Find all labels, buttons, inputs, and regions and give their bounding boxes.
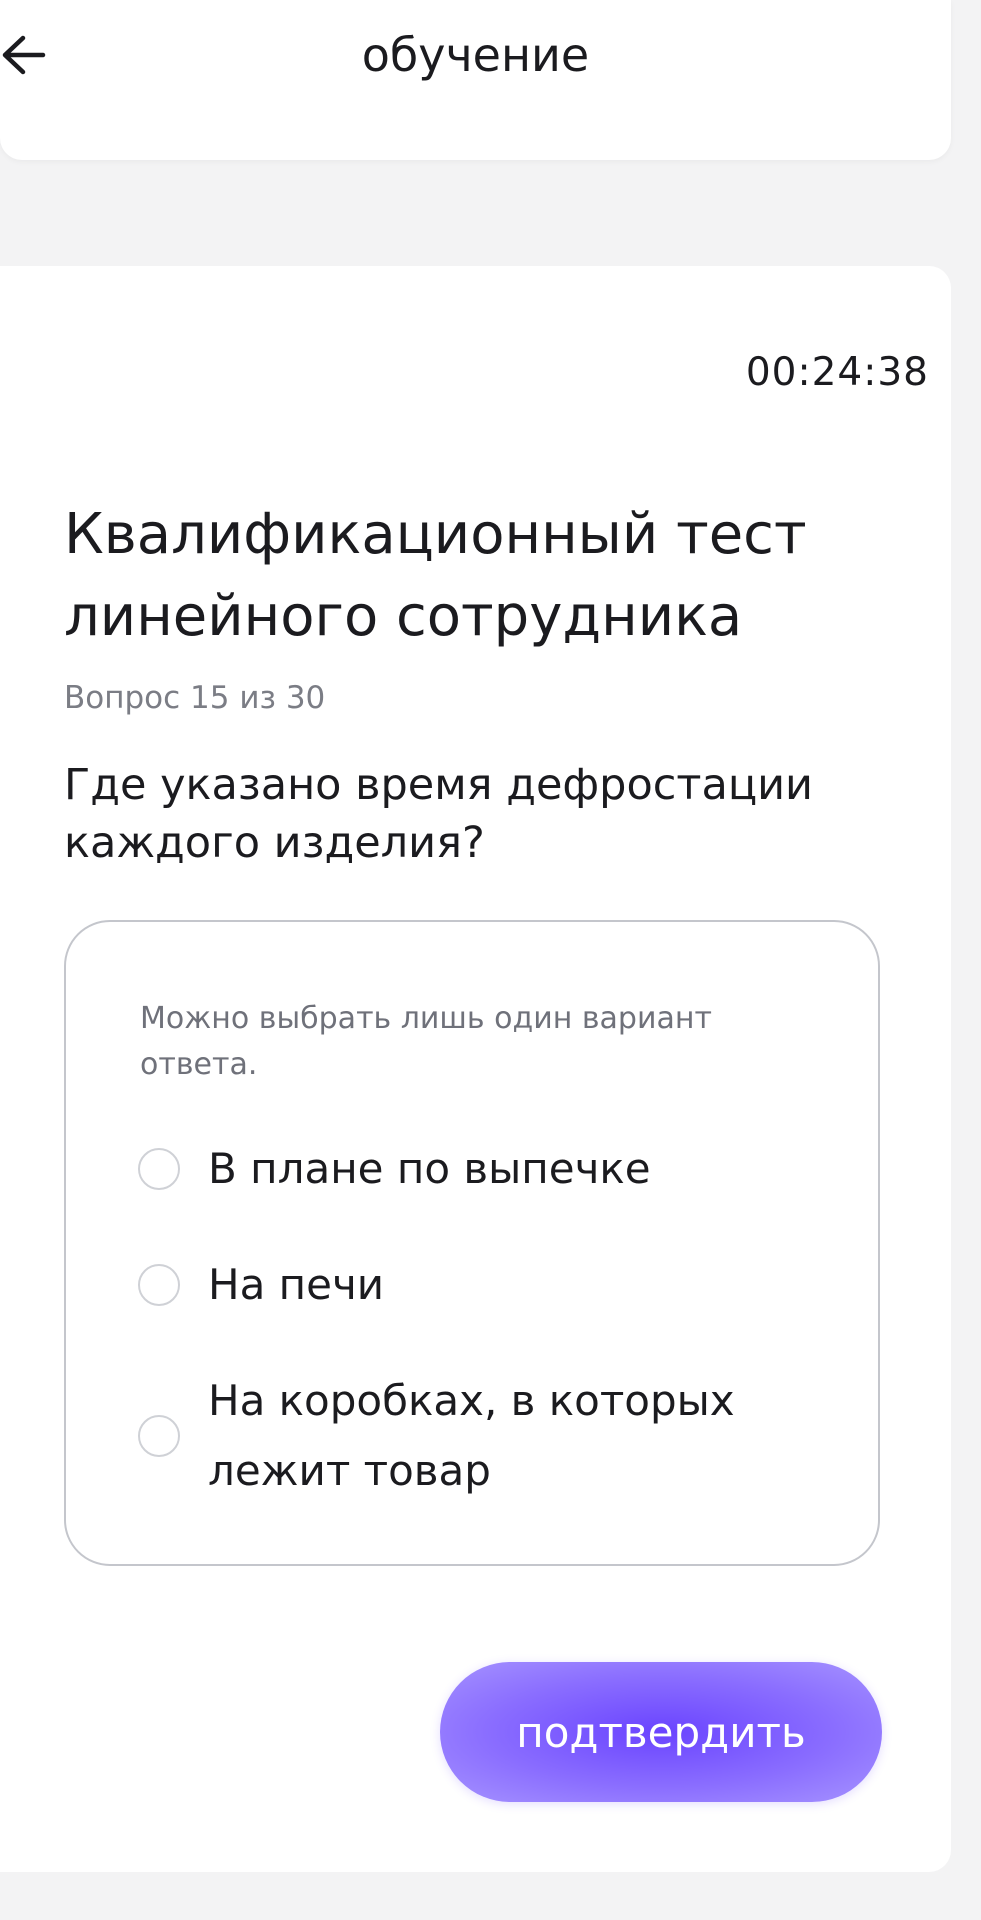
test-title: Квалификационный тест линейного сотрудни… [64, 502, 807, 649]
radio-button[interactable] [138, 1148, 180, 1190]
answer-option-3[interactable]: На коробках, в которых лежит товар [138, 1366, 838, 1506]
answer-option-label: На печи [208, 1260, 385, 1309]
answer-options-box: Можно выбрать лишь один вариант ответа. … [64, 920, 880, 1566]
page-title: обучение [361, 28, 590, 82]
question-text: Где указано время дефростации каждого из… [64, 760, 813, 868]
timer: 00:24:38 [745, 350, 929, 395]
radio-button[interactable] [138, 1415, 180, 1457]
top-bar: обучение [0, 0, 951, 160]
answer-option-1[interactable]: В плане по выпечке [138, 1134, 838, 1204]
selection-hint: Можно выбрать лишь один вариант ответа. [140, 1001, 712, 1082]
answer-option-2[interactable]: На печи [138, 1250, 838, 1320]
confirm-button[interactable]: подтвердить [440, 1662, 882, 1802]
question-progress: Вопрос 15 из 30 [64, 680, 326, 716]
answer-option-label: В плане по выпечке [208, 1144, 651, 1193]
answer-option-label: На коробках, в которых лежит товар [208, 1376, 735, 1495]
radio-button[interactable] [138, 1264, 180, 1306]
